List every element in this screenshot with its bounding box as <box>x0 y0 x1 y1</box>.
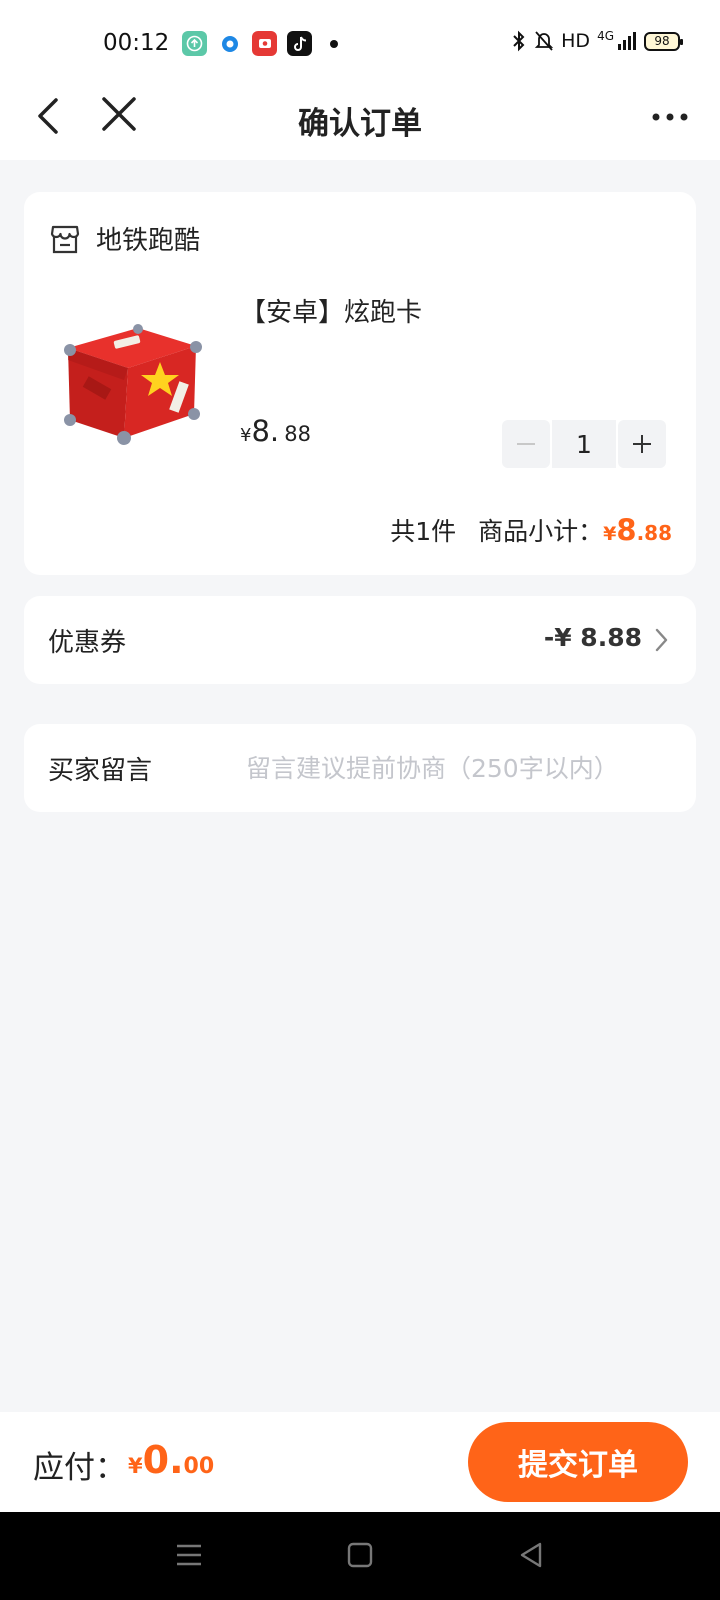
product-price-currency: ¥ <box>240 425 252 446</box>
quantity-value[interactable]: 1 <box>552 420 616 468</box>
plus-icon <box>633 435 651 453</box>
coupon-row[interactable]: 优惠券 -¥ 8.88 <box>24 596 696 684</box>
buyer-message-row: 买家留言 <box>24 724 696 812</box>
network-type-label: 4G <box>597 29 614 43</box>
order-summary: 共1件 商品小计： ¥8.88 <box>390 512 672 548</box>
amount-due: ¥0.00 <box>128 1438 214 1482</box>
status-app-icons <box>182 31 338 56</box>
upload-app-icon <box>182 31 207 56</box>
more-icon[interactable] <box>648 100 696 140</box>
product-price-integer: 8. <box>251 414 280 448</box>
subtotal-price: ¥8.88 <box>603 513 672 547</box>
chevron-right-icon <box>655 628 668 652</box>
subtotal-integer: 8 <box>616 513 637 547</box>
amount-due-integer: 0. <box>142 1438 184 1482</box>
menu-icon[interactable] <box>174 1540 204 1570</box>
subtotal-label: 商品小计： <box>478 517 604 546</box>
store-icon <box>50 225 80 253</box>
buyer-message-input[interactable] <box>246 746 666 790</box>
status-bar: 00:12 HD 4G 98 <box>0 0 720 80</box>
video-app-icon <box>252 31 277 56</box>
minus-icon <box>517 443 535 445</box>
shop-name: 地铁跑酷 <box>96 226 201 256</box>
notification-dot-icon <box>330 39 338 48</box>
mute-bell-icon <box>534 31 554 51</box>
amount-due-label: 应付： <box>33 1450 126 1486</box>
status-time: 00:12 <box>103 30 170 56</box>
battery-icon: 98 <box>644 31 683 51</box>
system-nav-bar <box>0 1512 720 1600</box>
subtotal-decimal: .88 <box>636 521 672 545</box>
product-card: 地铁跑酷 【安卓】炫跑卡 ¥8. 88 1 共1件 商品小计： ¥8.88 <box>24 192 696 575</box>
home-icon[interactable] <box>346 1540 374 1570</box>
status-indicators: HD 4G 98 <box>511 29 683 52</box>
page-title: 确认订单 <box>298 106 422 142</box>
buyer-message-label: 买家留言 <box>48 756 153 786</box>
checkout-bar: 应付： ¥0.00 提交订单 <box>0 1412 720 1512</box>
decrease-quantity-button[interactable] <box>502 420 550 468</box>
back-triangle-icon[interactable] <box>516 1540 546 1570</box>
quantity-stepper: 1 <box>502 420 666 468</box>
amount-due-decimal: 00 <box>183 1454 215 1479</box>
product-image[interactable] <box>62 320 202 448</box>
amount-due-currency: ¥ <box>128 1454 143 1478</box>
item-count: 共1件 <box>390 517 457 546</box>
submit-order-button[interactable]: 提交订单 <box>468 1422 688 1502</box>
shop-header[interactable]: 地铁跑酷 <box>50 220 200 257</box>
subtotal-currency: ¥ <box>603 523 617 545</box>
hd-label: HD <box>561 30 591 52</box>
increase-quantity-button[interactable] <box>618 420 666 468</box>
nav-bar: 确认订单 <box>0 80 720 160</box>
browser-app-icon <box>217 31 242 56</box>
battery-level: 98 <box>654 34 670 48</box>
signal-icon <box>618 32 636 50</box>
product-price: ¥8. 88 <box>240 414 311 448</box>
coupon-value: -¥ 8.88 <box>543 623 642 652</box>
coupon-label: 优惠券 <box>48 628 127 658</box>
product-title[interactable]: 【安卓】炫跑卡 <box>240 292 422 329</box>
tiktok-app-icon <box>287 31 312 56</box>
bluetooth-icon <box>513 30 525 52</box>
product-price-decimal: 88 <box>284 422 311 446</box>
